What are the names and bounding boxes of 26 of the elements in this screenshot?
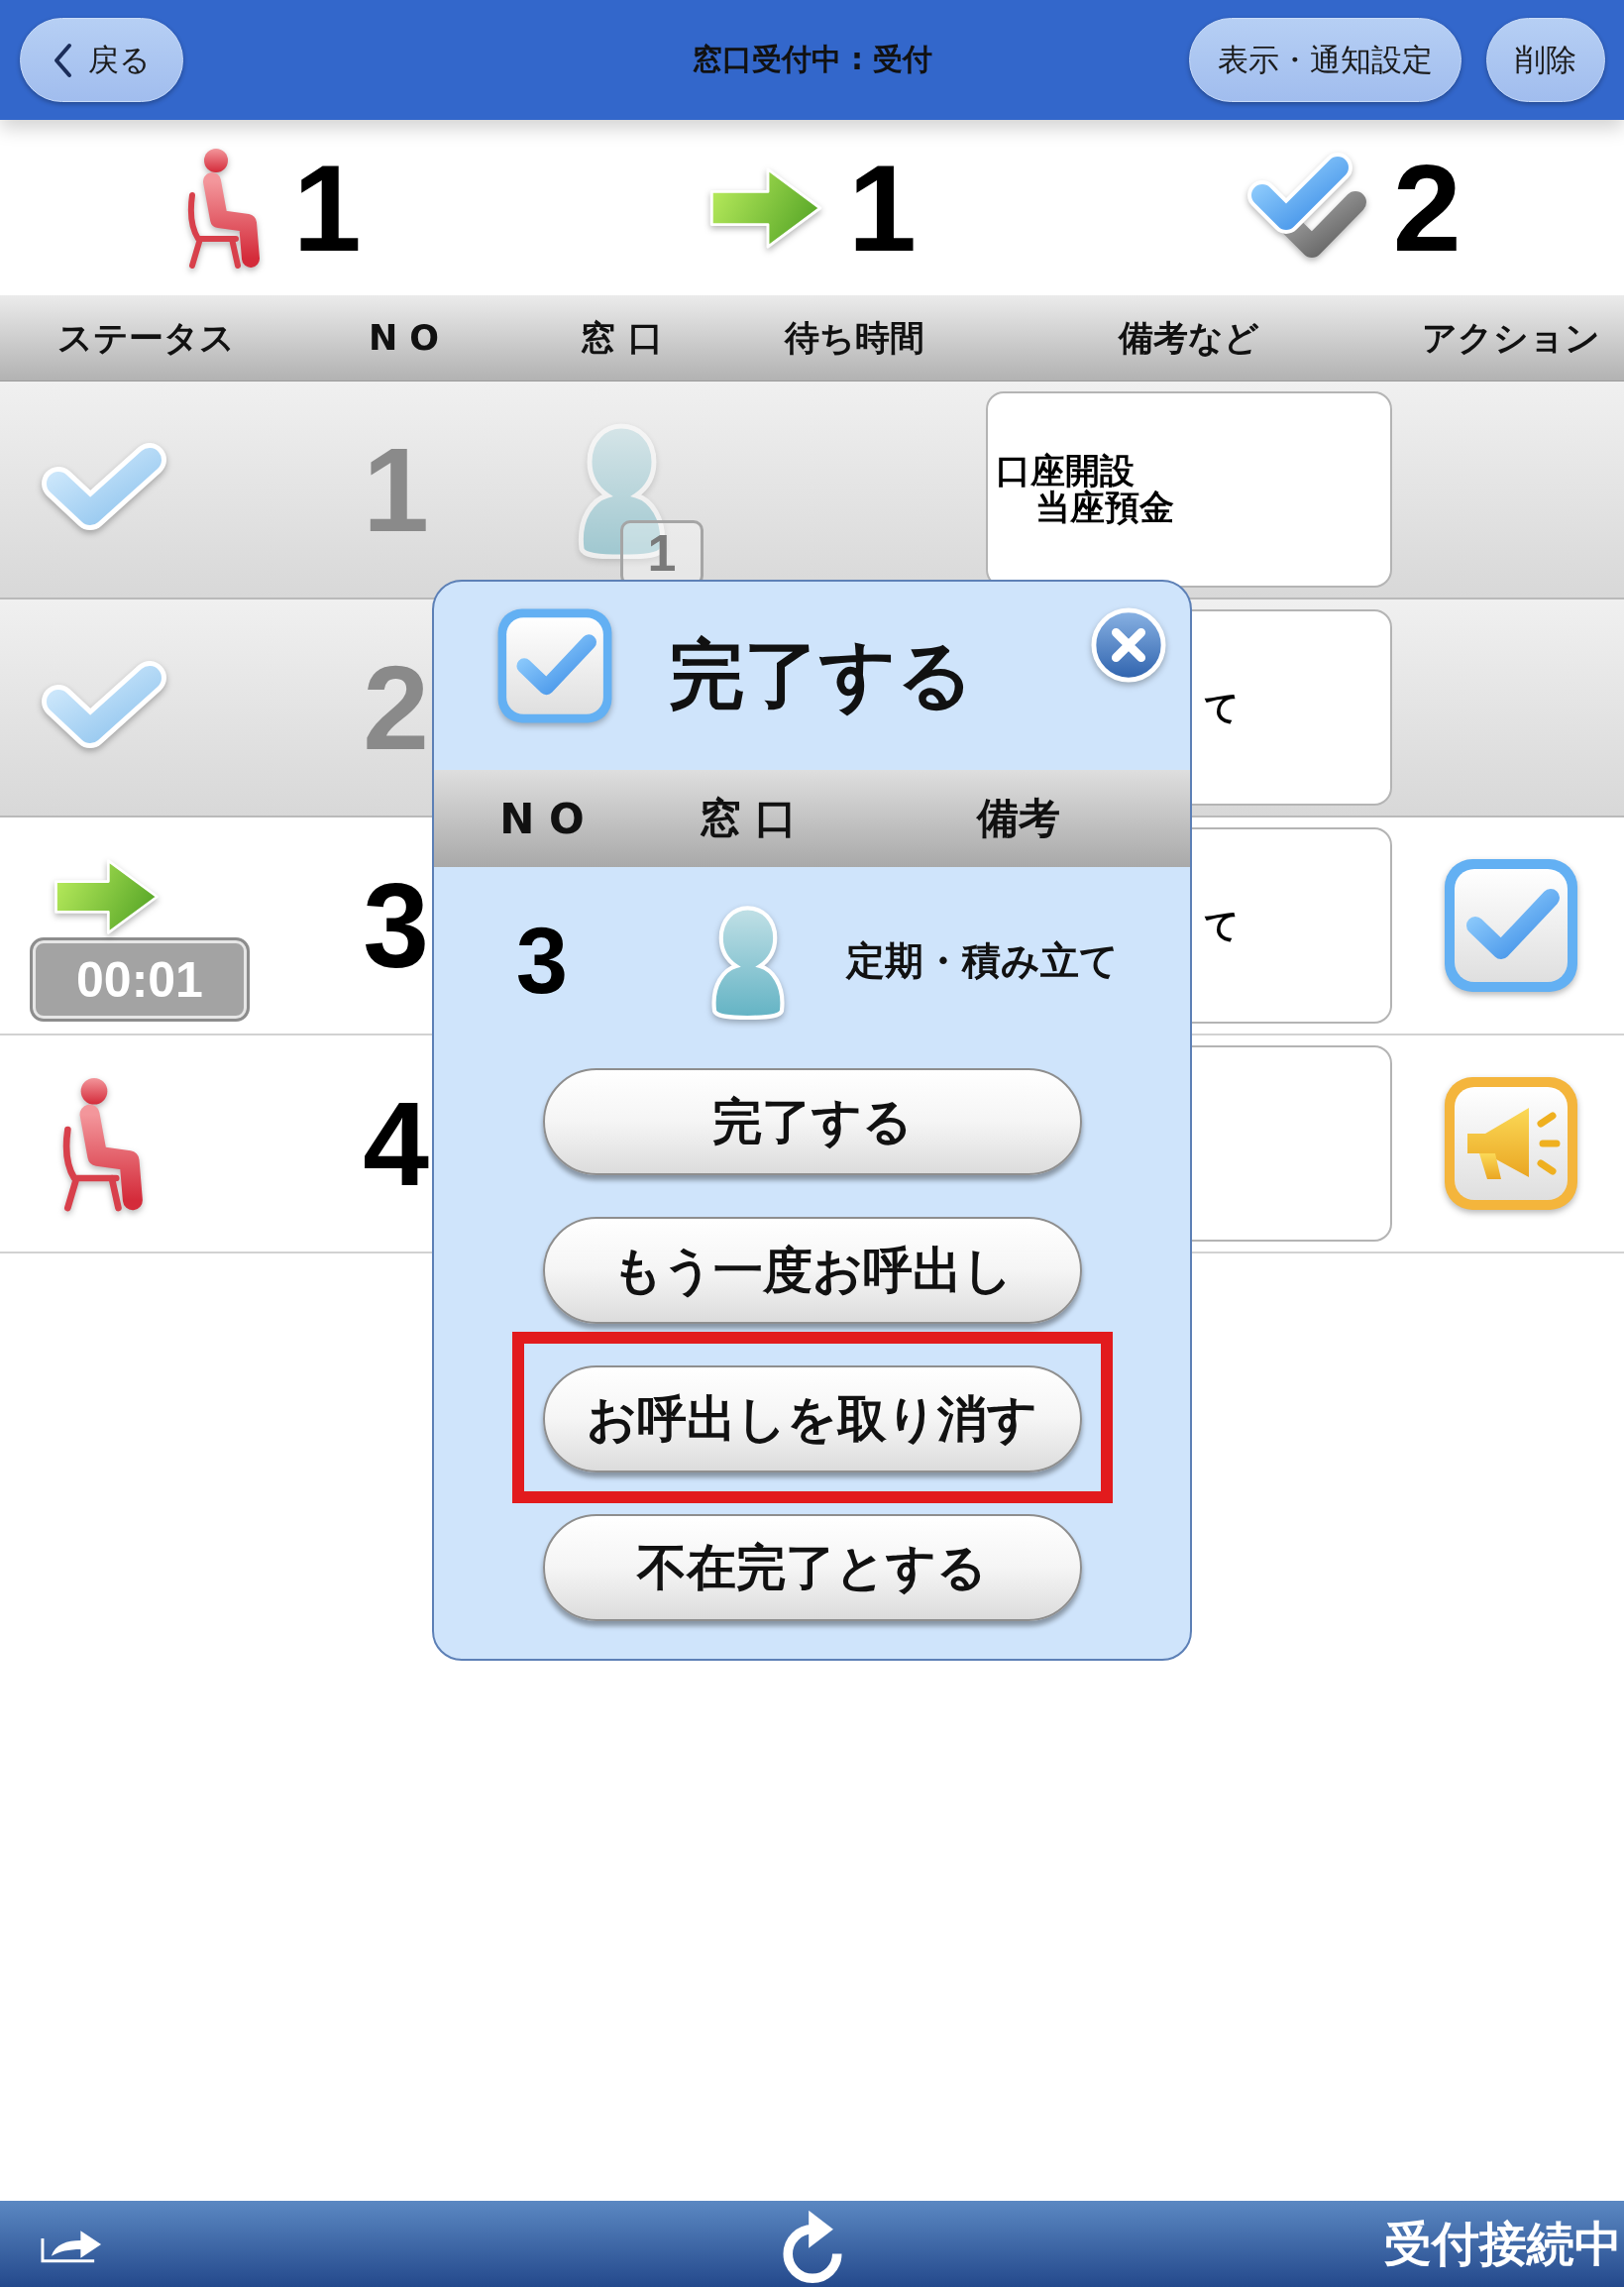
remarks-line: 口座開設	[996, 453, 1135, 490]
column-header: N O	[499, 794, 585, 843]
connection-status: 受付接続中	[1384, 2214, 1623, 2273]
column-header: 窓 口	[581, 316, 663, 360]
ticket-number: 1	[363, 430, 429, 549]
column-header: 窓 口	[699, 793, 798, 844]
column-header: アクション	[1421, 316, 1600, 360]
column-header: ステータス	[57, 316, 235, 360]
remarks-text: て	[1204, 689, 1240, 726]
remarks-text: て	[1204, 907, 1240, 944]
column-header: N O	[368, 318, 440, 358]
ticket-number: 3	[363, 866, 429, 985]
remarks-line: 当座預金	[1035, 490, 1174, 526]
column-header: 備考など	[1119, 316, 1259, 360]
ticket-number: 2	[363, 648, 429, 767]
summary-count: 2	[1392, 146, 1462, 270]
ticket-number: 4	[363, 1084, 429, 1203]
column-header: 備考	[976, 793, 1060, 844]
summary-count: 1	[292, 146, 362, 270]
ticket-number: 3	[515, 915, 569, 1008]
summary-count: 1	[848, 146, 917, 270]
page-title: 窓口受付中 : 受付	[692, 41, 933, 78]
remarks-text: 定期・積み立て	[846, 937, 1119, 985]
column-header: 待ち時間	[785, 316, 924, 360]
elapsed-time-badge: 00:01	[30, 937, 250, 1022]
dialog-title: 完了する	[669, 633, 974, 716]
